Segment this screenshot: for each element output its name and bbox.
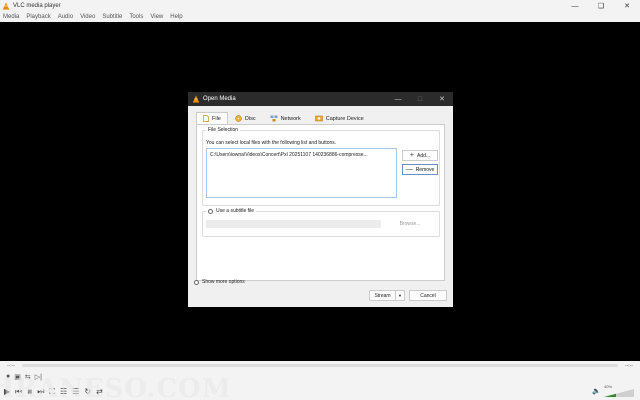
- menu-tools[interactable]: Tools: [129, 14, 143, 20]
- playlist-icon[interactable]: ☰: [72, 387, 79, 396]
- playback-controls: ▶ ⏮ ■ ⏭ ⛶ ☰ ☰ ↻ ⇄: [0, 383, 640, 400]
- dialog-titlebar: Open Media — □ ✕: [188, 92, 453, 106]
- add-button[interactable]: + Add...: [402, 150, 438, 161]
- elapsed-time: --:--: [6, 362, 16, 369]
- shuffle-icon[interactable]: ⇄: [96, 387, 103, 396]
- menu-help[interactable]: Help: [170, 14, 182, 20]
- subtitle-label: Use a subtitle file: [216, 208, 255, 214]
- stream-button[interactable]: Stream ▼: [369, 290, 405, 301]
- menu-bar: Media Playback Audio Video Subtitle Tool…: [0, 12, 640, 22]
- network-icon: [270, 115, 278, 122]
- subtitle-group: Use a subtitle file Browse...: [202, 208, 440, 237]
- next-icon[interactable]: ⏭: [37, 387, 44, 397]
- show-more-options[interactable]: Show more options: [194, 279, 245, 285]
- maximize-icon[interactable]: ❑: [588, 0, 614, 12]
- browse-button: Browse...: [399, 221, 421, 227]
- close-icon[interactable]: ✕: [431, 92, 453, 106]
- file-tab-panel: File Selection You can select local file…: [196, 124, 445, 281]
- tab-network-label: Network: [280, 115, 301, 122]
- vlc-cone-icon: [2, 2, 10, 10]
- file-selection-label: File Selection: [206, 127, 241, 133]
- subtitle-path-field: [206, 220, 381, 228]
- record-icon[interactable]: ●: [6, 373, 10, 380]
- file-selection-group: File Selection You can select local file…: [202, 127, 440, 206]
- volume-control: 🔈 40%: [592, 384, 634, 397]
- remaining-time: --:--: [624, 362, 634, 369]
- more-options-toggle[interactable]: [194, 279, 199, 285]
- tab-capture-device[interactable]: Capture Device: [308, 112, 371, 124]
- dialog-window-controls: — □ ✕: [387, 92, 453, 106]
- frame-step-icon[interactable]: ▷|: [35, 373, 42, 381]
- close-icon[interactable]: ✕: [614, 0, 640, 12]
- maximize-icon: □: [417, 95, 423, 103]
- stop-icon[interactable]: ■: [27, 387, 32, 396]
- seek-bar: --:-- --:--: [0, 361, 640, 370]
- advanced-controls: ● ▣ ⇆ ▷|: [0, 370, 640, 383]
- menu-video[interactable]: Video: [80, 14, 95, 20]
- list-item[interactable]: C:\Users\iowna\Videos\Concert\Pxl 202511…: [210, 152, 368, 158]
- capture-device-icon: [315, 115, 323, 122]
- tab-disc-label: Disc: [244, 115, 256, 122]
- loop-ab-icon[interactable]: ⇆: [25, 373, 31, 381]
- minimize-icon[interactable]: —: [562, 0, 588, 12]
- minus-icon: —: [405, 166, 413, 173]
- file-icon: [203, 115, 209, 122]
- tab-disc[interactable]: Disc: [228, 112, 263, 124]
- tab-capture-device-label: Capture Device: [325, 115, 364, 122]
- menu-subtitle[interactable]: Subtitle: [102, 14, 122, 20]
- speaker-icon[interactable]: 🔈: [592, 387, 601, 395]
- file-list[interactable]: C:\Users\iowna\Videos\Concert\Pxl 202511…: [206, 148, 397, 198]
- more-options-label: Show more options: [202, 279, 245, 285]
- window-titlebar: VLC media player — ❑ ✕: [0, 0, 640, 12]
- menu-media[interactable]: Media: [3, 14, 19, 20]
- window-title: VLC media player: [13, 3, 61, 9]
- stream-button-label: Stream: [374, 292, 391, 299]
- open-media-dialog: Open Media — □ ✕ File Disc Network Captu…: [188, 92, 453, 307]
- minimize-icon[interactable]: —: [387, 92, 409, 106]
- menu-view[interactable]: View: [150, 14, 163, 20]
- remove-button[interactable]: — Remove: [402, 164, 438, 175]
- media-tabs: File Disc Network Capture Device: [196, 112, 371, 124]
- remove-button-label: Remove: [415, 166, 435, 173]
- plus-icon: +: [409, 152, 414, 159]
- previous-icon[interactable]: ⏮: [15, 387, 22, 397]
- vlc-cone-icon: [192, 95, 200, 103]
- disc-icon: [235, 115, 242, 122]
- subtitle-checkbox[interactable]: Use a subtitle file: [206, 208, 257, 214]
- window-controls: — ❑ ✕: [562, 0, 640, 12]
- cancel-button[interactable]: Cancel: [409, 290, 447, 301]
- snapshot-icon[interactable]: ▣: [14, 373, 21, 381]
- tab-network[interactable]: Network: [263, 112, 308, 124]
- subtitle-toggle[interactable]: [208, 208, 213, 214]
- dialog-title: Open Media: [203, 96, 236, 102]
- chevron-down-icon[interactable]: ▼: [395, 291, 404, 300]
- loop-icon[interactable]: ↻: [84, 387, 91, 396]
- tab-file[interactable]: File: [196, 112, 228, 124]
- play-icon[interactable]: ▶: [4, 387, 10, 396]
- volume-slider[interactable]: 40%: [604, 384, 634, 397]
- menu-audio[interactable]: Audio: [58, 14, 73, 20]
- file-selection-hint: You can select local files with the foll…: [206, 140, 337, 146]
- tab-file-label: File: [212, 115, 221, 122]
- menu-playback[interactable]: Playback: [26, 14, 50, 20]
- add-button-label: Add...: [417, 152, 431, 159]
- fullscreen-icon[interactable]: ⛶: [49, 387, 55, 397]
- extended-settings-icon[interactable]: ☰: [60, 387, 67, 396]
- seek-slider[interactable]: [22, 364, 618, 367]
